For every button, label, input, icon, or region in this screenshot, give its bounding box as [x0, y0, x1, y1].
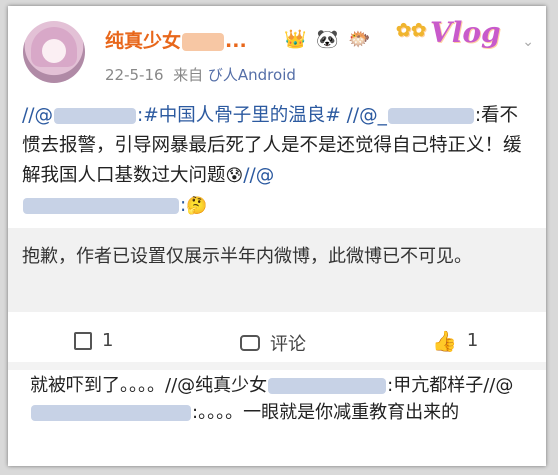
like-button[interactable]: 👍 1 — [432, 330, 478, 351]
mention-prefix-2[interactable]: //@_ — [341, 105, 387, 126]
weibo-card: 纯真少女... 👑 🐼 🐡 22-5-16 来自 び人Android ✿✿ Vl… — [8, 6, 546, 466]
like-count: 1 — [466, 330, 479, 351]
comment-text-1: 就被吓到了。。。。//@纯真少女 — [30, 375, 268, 396]
user-avatar[interactable] — [23, 21, 85, 83]
post-content: //@:#中国人骨子里的温良# //@_:看不惯去报警，引导网暴最后死了人是不是… — [22, 101, 532, 221]
post-meta: 22-5-16 来自 び人Android — [105, 64, 296, 85]
user-badges: 👑 🐼 🐡 — [284, 29, 375, 50]
avatar-face — [42, 39, 66, 63]
comment-blur-1 — [268, 378, 387, 394]
comment-icon — [240, 335, 260, 351]
quoted-post[interactable]: 抱歉，作者已设置仅展示半年内微博，此微博已不可见。 — [8, 228, 546, 312]
username-blur — [182, 32, 225, 51]
blurred-mention-1 — [53, 108, 136, 124]
comment-text-2: :甲亢都样子//@ — [387, 375, 514, 396]
post-source[interactable]: び人Android — [208, 66, 296, 84]
username-text: 纯真少女 — [105, 30, 182, 52]
comment-item: 就被吓到了。。。。//@纯真少女 :甲亢都样子//@ :。。。。一眼就是你减重教育出… — [30, 372, 530, 426]
mention-prefix-1[interactable]: //@ — [22, 105, 53, 126]
repost-icon — [74, 331, 92, 350]
vlog-word: Vlog — [430, 16, 501, 49]
mention-prefix-3[interactable]: //@ — [243, 165, 274, 186]
comment-text-3: :。。。。一眼就是你减重教育出来的 — [192, 402, 460, 423]
comment-label: 评论 — [270, 334, 306, 355]
quoted-post-text: 抱歉，作者已设置仅展示半年内微博，此微博已不可见。 — [22, 246, 472, 267]
sweat-emoji-icon: 😰 — [225, 166, 244, 186]
comment-button[interactable]: 评论 — [240, 330, 306, 356]
crown-badge-icon: 👑 — [284, 29, 307, 50]
repost-button[interactable]: 1 — [74, 330, 113, 351]
username[interactable]: 纯真少女... — [105, 26, 247, 53]
comment-blur-2 — [31, 405, 191, 421]
flower-icon: ✿✿ — [396, 20, 427, 41]
repost-count: 1 — [102, 330, 114, 351]
from-label: 来自 — [173, 66, 204, 84]
blurred-mention-3 — [23, 198, 179, 214]
section-divider — [8, 362, 546, 370]
hashtag-link[interactable]: :#中国人骨子里的温良# — [137, 105, 341, 126]
panda-badge-icon: 🐼 — [316, 29, 339, 50]
blurred-mention-2 — [387, 108, 474, 124]
chevron-down-icon[interactable]: ⌄ — [522, 34, 534, 50]
action-bar: 1 评论 👍 1 — [8, 322, 546, 362]
thumbs-up-icon: 👍 — [432, 328, 457, 353]
post-header: 纯真少女... 👑 🐼 🐡 22-5-16 来自 び人Android ✿✿ Vl… — [8, 6, 546, 88]
pufferfish-badge-icon: 🐡 — [348, 29, 371, 50]
vlog-sticker: ✿✿ Vlog — [396, 12, 504, 64]
thinking-emoji-icon: 🤔 — [186, 196, 208, 216]
username-suffix: ... — [225, 30, 247, 52]
post-date: 22-5-16 — [105, 66, 164, 84]
